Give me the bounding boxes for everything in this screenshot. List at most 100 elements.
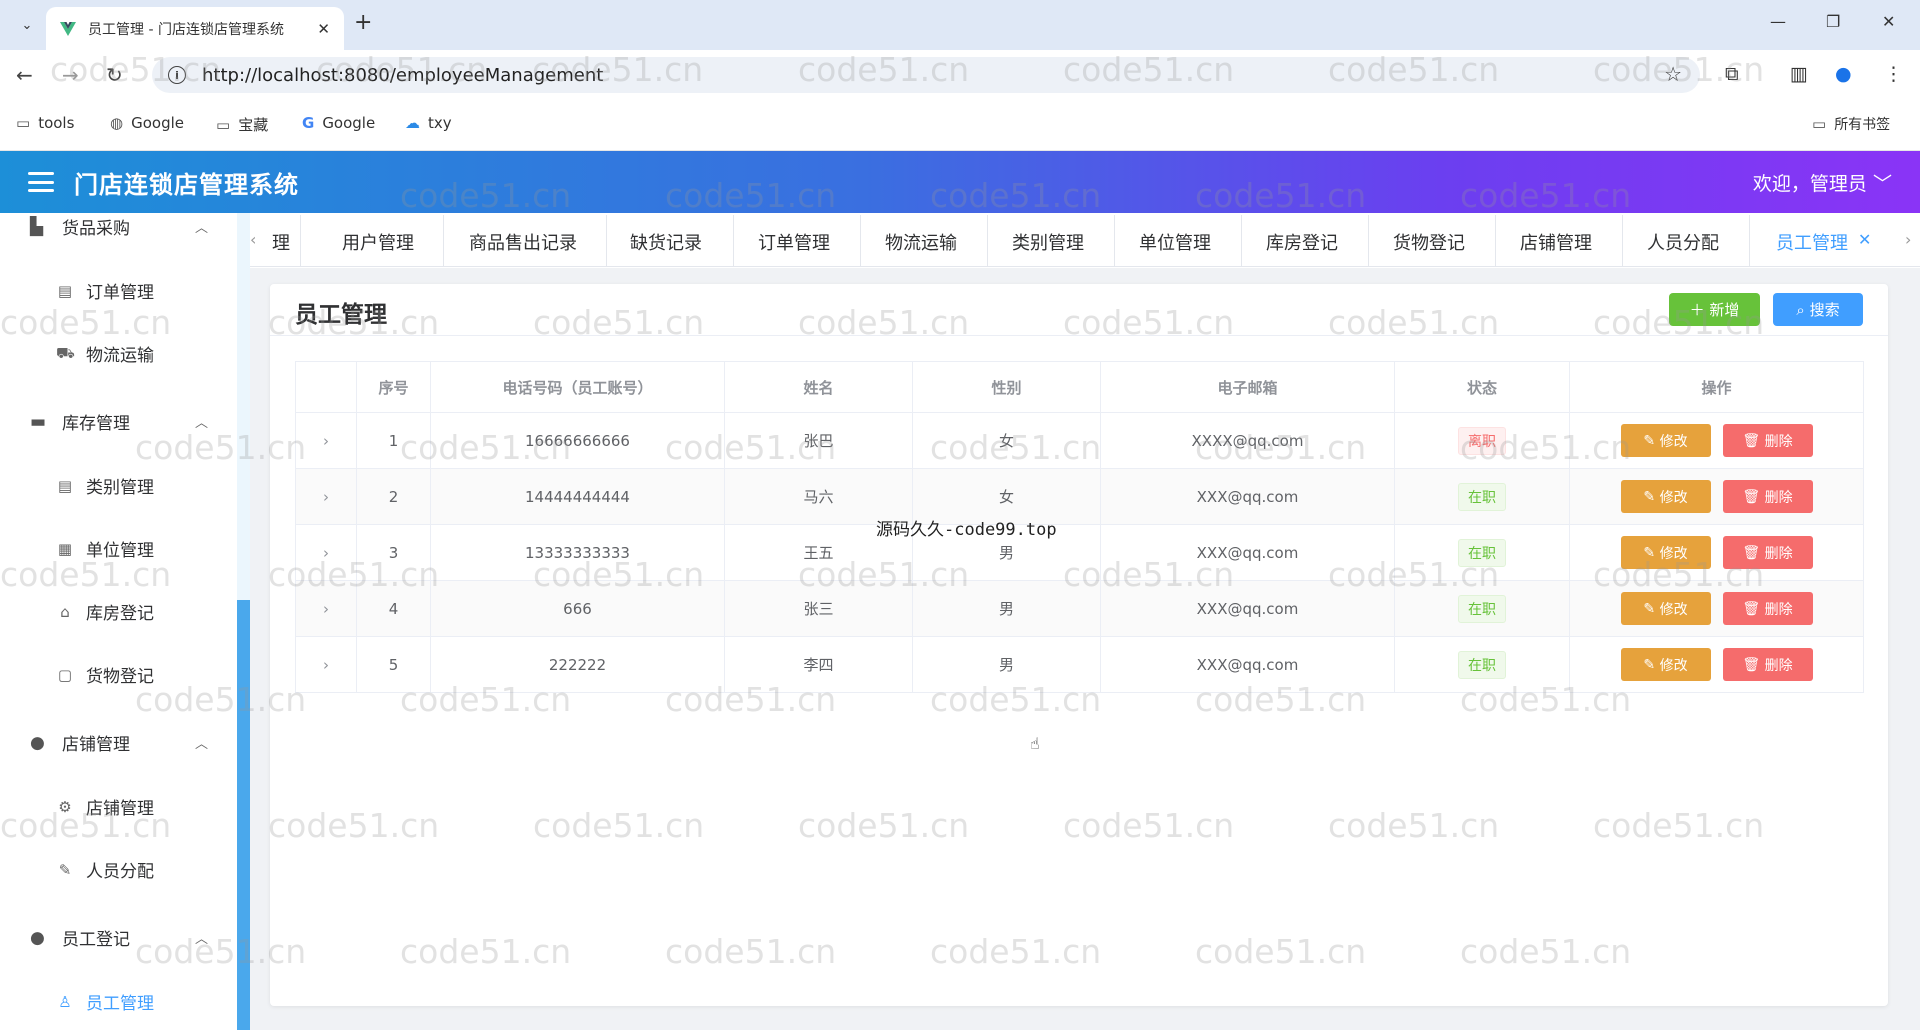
more-menu-icon[interactable]: ⋮ [1884,63,1903,85]
sidebar-item-unit[interactable]: ▦ 单位管理 [56,536,154,562]
bookmark-star-icon[interactable]: ☆ [1664,62,1682,86]
expand-row-icon[interactable]: › [323,488,329,506]
expand-column-header [295,361,357,413]
bookmark-google[interactable]: ◍ Google [110,114,184,132]
tag-users[interactable]: 用户管理 [342,229,414,255]
tag-partial[interactable]: 理 [272,229,290,255]
tag-sales-records[interactable]: 商品售出记录 [469,229,577,255]
tag-divider [1368,215,1369,267]
cell-no: 2 [356,468,431,525]
cell-gender: 女 [912,412,1101,469]
chevron-up-icon: ︿ [195,221,209,236]
edit-icon: ✎ [1643,488,1656,505]
sidebar-group-employee[interactable]: ● 员工登记 ︿ [30,925,208,951]
delete-button[interactable]: 🗑 删除 [1722,592,1813,625]
sidebar-item-assignment[interactable]: ✎ 人员分配 [56,857,154,883]
google-icon: G [302,114,315,132]
edit-button-label: 修改 [1659,657,1688,674]
browser-tabbar: ⌄ 员工管理 - 门店连锁店管理系统 ✕ + — ❐ ✕ [0,0,1920,50]
sidebar-item-logistics[interactable]: ⛟ 物流运输 [56,341,154,367]
bookmark-baozang[interactable]: ▭ 宝藏 [216,114,268,135]
close-tab-icon[interactable]: ✕ [317,20,330,38]
tag-category[interactable]: 类别管理 [1012,229,1084,255]
expand-row-icon[interactable]: › [323,432,329,450]
sidebar-item-warehouse[interactable]: ⌂ 库房登记 [56,599,154,625]
expand-row-icon[interactable]: › [323,544,329,562]
sidebar-group-label: 库存管理 [62,414,130,434]
tags-scroll-right-icon[interactable]: › [1905,230,1911,249]
sidebar-group-inventory[interactable]: ▬ 库存管理 ︿ [30,409,208,435]
sidebar-group-purchase[interactable]: ▙ 货品采购 ︿ [30,214,208,240]
back-icon[interactable]: ← [16,63,33,87]
tag-employee-management[interactable]: 员工管理 [1776,229,1848,255]
site-info-icon[interactable]: i [168,66,186,84]
close-window-icon[interactable]: ✕ [1882,12,1895,31]
tab-search-icon[interactable]: ⌄ [14,12,40,38]
browser-tab[interactable]: 员工管理 - 门店连锁店管理系统 ✕ [46,7,344,50]
profile-icon[interactable]: ● [1835,63,1852,85]
card-divider [270,335,1888,336]
minimize-icon[interactable]: — [1770,12,1786,31]
sidebar-item-label: 库房登记 [86,604,154,624]
edit-button[interactable]: ✎ 修改 [1620,592,1711,625]
sidebar-item-store[interactable]: ⚙ 店铺管理 [56,794,154,820]
bookmark-txy[interactable]: ☁ txy [405,114,452,132]
tag-assignment[interactable]: 人员分配 [1647,229,1719,255]
delete-button[interactable]: 🗑 删除 [1722,424,1813,457]
sidebar-group-store[interactable]: ● 店铺管理 ︿ [30,730,208,756]
sidebar-scrollbar-thumb[interactable] [237,600,250,1030]
sidepanel-icon[interactable]: ▥ [1790,63,1808,85]
tag-store[interactable]: 店铺管理 [1520,229,1592,255]
edit-button[interactable]: ✎ 修改 [1620,648,1711,681]
search-button-label: 搜索 [1809,301,1840,319]
tag-shortage[interactable]: 缺货记录 [630,229,702,255]
add-button-label: 新增 [1709,301,1740,319]
bookmark-label: 宝藏 [238,116,269,134]
add-button[interactable]: ＋ 新增 [1669,293,1760,326]
user-menu[interactable]: 欢迎，管理员 ﹀ [1753,169,1892,196]
search-button[interactable]: ⌕ 搜索 [1773,293,1863,326]
reload-icon[interactable]: ↻ [106,63,123,87]
expand-row-icon[interactable]: › [323,600,329,618]
delete-button[interactable]: 🗑 删除 [1722,648,1813,681]
tag-close-icon[interactable]: ✕ [1858,230,1871,249]
delete-button[interactable]: 🗑 删除 [1722,480,1813,513]
sidebar-item-employee-management[interactable]: ♙ 员工管理 [56,989,154,1015]
edit-button[interactable]: ✎ 修改 [1620,480,1711,513]
table-row: › 1 16666666666 张巴 女 XXXX@qq.com 离职 ✎ 修改… [295,412,1864,469]
all-bookmarks[interactable]: ▭ 所有书签 [1812,114,1890,134]
bookmark-tools[interactable]: ▭ tools [16,114,74,132]
tag-unit[interactable]: 单位管理 [1139,229,1211,255]
tag-goods[interactable]: 货物登记 [1393,229,1465,255]
hamburger-menu-icon[interactable] [28,172,54,192]
restore-icon[interactable]: ❐ [1826,12,1840,31]
sidebar-item-orders[interactable]: ▤ 订单管理 [56,278,154,304]
cell-no: 3 [356,524,431,581]
sidebar-item-category[interactable]: ▤ 类别管理 [56,473,154,499]
tag-divider [1622,215,1623,267]
delete-button[interactable]: 🗑 删除 [1722,536,1813,569]
tag-orders[interactable]: 订单管理 [758,229,830,255]
sidebar-item-goods[interactable]: ▢ 货物登记 [56,662,154,688]
delete-button-label: 删除 [1764,657,1793,674]
tag-warehouse[interactable]: 库房登记 [1266,229,1338,255]
tags-scroll-left-icon[interactable]: ‹ [250,230,256,249]
folder-icon: ▭ [216,115,231,134]
expand-row-icon[interactable]: › [323,656,329,674]
cell-phone: 16666666666 [430,412,725,469]
cloud-icon: ☁ [405,114,420,132]
new-tab-icon[interactable]: + [354,10,372,35]
edit-button[interactable]: ✎ 修改 [1620,536,1711,569]
chevron-up-icon: ︿ [195,932,209,947]
extensions-icon[interactable]: ⧉ [1725,63,1739,85]
sidebar-item-label: 订单管理 [86,283,154,303]
bookmark-google-2[interactable]: G Google [302,114,375,132]
edit-icon: ✎ [1643,600,1656,617]
edit-button[interactable]: ✎ 修改 [1620,424,1711,457]
tag-logistics[interactable]: 物流运输 [885,229,957,255]
forward-icon[interactable]: → [62,63,79,87]
trash-icon: 🗑 [1742,488,1761,505]
address-bar[interactable]: i http://localhost:8080/employeeManageme… [152,57,1700,93]
gear-icon: ⚙ [58,797,72,816]
bookmark-label: Google [131,114,184,132]
